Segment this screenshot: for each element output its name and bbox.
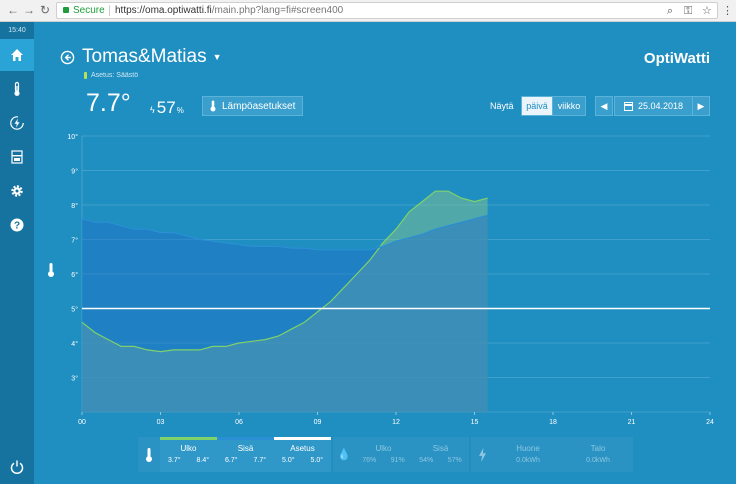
- legend-max: 8.4°: [196, 457, 210, 464]
- device-icon: [11, 150, 23, 164]
- sidebar-item-help[interactable]: ?: [0, 209, 34, 241]
- legend-label: Sisä: [432, 444, 449, 453]
- x-tick-label: 24: [706, 419, 714, 426]
- x-tick-label: 03: [157, 419, 165, 426]
- key-icon[interactable]: ⚿: [684, 4, 692, 19]
- legend-thermometer-icon: [138, 437, 160, 472]
- legend-talo-energy[interactable]: Talo 0.0kWh: [563, 437, 633, 472]
- power-icon: [10, 460, 24, 474]
- legend-label: Sisä: [237, 444, 254, 453]
- legend-humidity-icon: 💧: [333, 437, 355, 472]
- url-path: /main.php?lang=fi#screen400: [211, 5, 344, 16]
- url-text: https://oma.optiwatti.fi/main.php?lang=f…: [115, 3, 343, 18]
- x-tick-label: 21: [628, 419, 636, 426]
- settings-gear-icon: [11, 185, 23, 197]
- legend-asetus-temperature[interactable]: Asetus 5.0° 5.0°: [274, 437, 331, 472]
- legend-sisa-humidity[interactable]: Sisä 54% 57%: [412, 437, 469, 472]
- y-tick-label: 7°: [71, 237, 78, 245]
- sidebar-item-logout[interactable]: [0, 451, 34, 483]
- legend-max: 7.7°: [253, 457, 267, 464]
- secure-label: Secure: [73, 5, 105, 16]
- sidebar-item-device[interactable]: [0, 141, 34, 173]
- legend-label: Talo: [590, 444, 606, 453]
- main-content: Tomas&Matias ▼ OptiWatti Asetus: Säästö …: [34, 22, 736, 484]
- x-tick-label: 12: [392, 419, 400, 426]
- legend-huone-energy[interactable]: Huone 0.0kWh: [493, 437, 563, 472]
- thermometer-icon: [14, 81, 20, 96]
- x-tick-label: 09: [314, 419, 322, 426]
- legend-energy-icon: [471, 437, 493, 472]
- legend-ulko-bar: [160, 437, 217, 440]
- series-area-sisa: [82, 215, 488, 412]
- legend-min: 3.7°: [167, 457, 181, 464]
- home-icon: [11, 49, 23, 61]
- legend-max: 57%: [447, 457, 462, 464]
- lock-icon: [63, 7, 69, 13]
- sidebar-item-home[interactable]: [0, 39, 34, 71]
- y-tick-label: 10°: [67, 133, 78, 141]
- clock-time: 15:40: [8, 27, 26, 34]
- y-tick-label: 9°: [71, 168, 78, 176]
- legend-value: 0.0kWh: [516, 457, 540, 464]
- legend-asetus-bar: [274, 437, 331, 440]
- legend-min: 5.0°: [281, 457, 295, 464]
- sidebar-item-energy[interactable]: [0, 107, 34, 139]
- help-icon: ?: [10, 218, 24, 232]
- chart-areas: [82, 191, 488, 412]
- legend-label: Huone: [516, 444, 540, 453]
- menu-dots-icon[interactable]: ⋮: [722, 4, 733, 17]
- y-tick-label: 6°: [71, 271, 78, 279]
- temperature-chart: 3° 4° 5° 6° 7° 8° 9° 10° 00 03 06 09 12 15 18 21 24: [67, 133, 714, 426]
- legend-ulko-humidity[interactable]: Ulko 76% 91%: [355, 437, 412, 472]
- divider: [109, 5, 110, 16]
- y-tick-label: 4°: [71, 340, 78, 348]
- legend-min: 6.7°: [224, 457, 238, 464]
- energy-icon: [10, 116, 24, 130]
- legend-value: 0.0kWh: [586, 457, 610, 464]
- forward-arrow-icon[interactable]: →: [22, 3, 36, 17]
- y-tick-label: 5°: [71, 306, 78, 314]
- browser-toolbar: ← → ↻ Secure https://oma.optiwatti.fi/ma…: [0, 0, 736, 22]
- x-tick-label: 15: [471, 419, 479, 426]
- svg-text:?: ?: [14, 221, 20, 232]
- legend-label: Ulko: [180, 444, 197, 453]
- zoom-icon[interactable]: ⌕: [667, 4, 673, 19]
- sidebar-item-settings[interactable]: [0, 175, 34, 207]
- x-tick-label: 00: [78, 419, 86, 426]
- y-tick-label: 8°: [71, 202, 78, 210]
- sidebar-item-temperature[interactable]: [0, 73, 34, 105]
- reload-icon[interactable]: ↻: [38, 3, 52, 17]
- bookmark-star-icon[interactable]: ☆: [702, 4, 712, 19]
- legend-ulko-temperature[interactable]: Ulko 3.7° 8.4°: [160, 437, 217, 472]
- legend-max: 91%: [390, 457, 405, 464]
- legend-min: 76%: [362, 457, 377, 464]
- url-host: https://oma.optiwatti.fi: [115, 5, 212, 16]
- chart-legend: Ulko 3.7° 8.4° Sisä 6.7° 7.7° Asetus 5.0° 5…: [138, 437, 644, 472]
- y-tick-label: 3°: [71, 375, 78, 383]
- legend-sisa-bar: [217, 437, 274, 440]
- legend-sisa-temperature[interactable]: Sisä 6.7° 7.7°: [217, 437, 274, 472]
- legend-label: Ulko: [375, 444, 392, 453]
- legend-label: Asetus: [290, 444, 315, 453]
- back-arrow-icon[interactable]: ←: [6, 3, 20, 17]
- address-bar[interactable]: Secure https://oma.optiwatti.fi/main.php…: [56, 2, 718, 19]
- legend-max: 5.0°: [310, 457, 324, 464]
- x-tick-label: 18: [549, 419, 557, 426]
- x-tick-label: 06: [235, 419, 243, 426]
- legend-min: 54%: [419, 457, 434, 464]
- sidebar: 15:40 ?: [0, 22, 34, 484]
